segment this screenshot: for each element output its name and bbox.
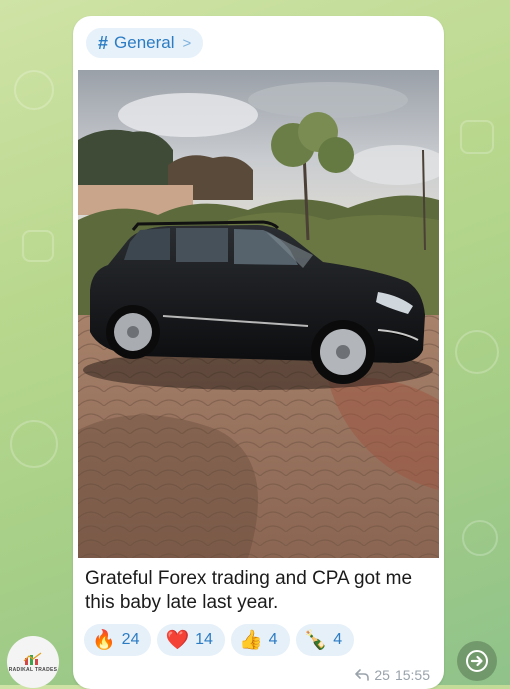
chevron-right-icon: > — [182, 34, 192, 52]
wallpaper-doodle — [22, 230, 54, 262]
reactions-bar: 🔥 24 ❤️ 14 👍 4 🍾 4 — [84, 624, 355, 656]
fire-icon: 🔥 — [92, 629, 116, 651]
share-button[interactable] — [457, 641, 497, 681]
post-meta: 25 15:55 — [355, 667, 430, 683]
wallpaper-doodle — [460, 120, 494, 154]
reply-arrow-icon — [355, 669, 370, 681]
wallpaper-doodle — [14, 70, 54, 110]
reaction-count: 4 — [333, 631, 343, 648]
reaction-thumbs-up[interactable]: 👍 4 — [230, 624, 290, 656]
thumbs-up-icon: 👍 — [238, 629, 263, 651]
post-time: 15:55 — [394, 667, 430, 683]
champagne-icon: 🍾 — [303, 629, 328, 651]
heart-icon: ❤️ — [165, 629, 190, 651]
wallpaper-doodle — [455, 330, 499, 374]
wallpaper-doodle — [462, 520, 498, 556]
post-caption: Grateful Forex trading and CPA got me th… — [85, 568, 413, 613]
avatar-text: RADIKAL TRADES — [8, 666, 58, 673]
reaction-count: 4 — [268, 631, 278, 648]
channel-post-card: # General > Grateful Forex trading and C… — [73, 16, 444, 689]
wallpaper-doodle — [10, 420, 58, 468]
reaction-count: 24 — [121, 631, 140, 648]
reaction-champagne[interactable]: 🍾 4 — [295, 624, 355, 656]
reaction-count: 14 — [195, 631, 213, 648]
topic-label: General — [114, 33, 175, 52]
reaction-heart[interactable]: ❤️ 14 — [157, 624, 225, 656]
topic-chip[interactable]: # General > — [86, 28, 204, 58]
hashtag-icon: # — [98, 32, 109, 53]
channel-avatar[interactable]: RADIKAL TRADES — [7, 636, 59, 688]
chart-logo-icon — [23, 652, 42, 665]
reaction-fire[interactable]: 🔥 24 — [84, 624, 152, 656]
view-count: 25 — [374, 667, 390, 683]
forward-arrow-icon — [466, 650, 488, 672]
post-photo[interactable] — [78, 70, 439, 558]
